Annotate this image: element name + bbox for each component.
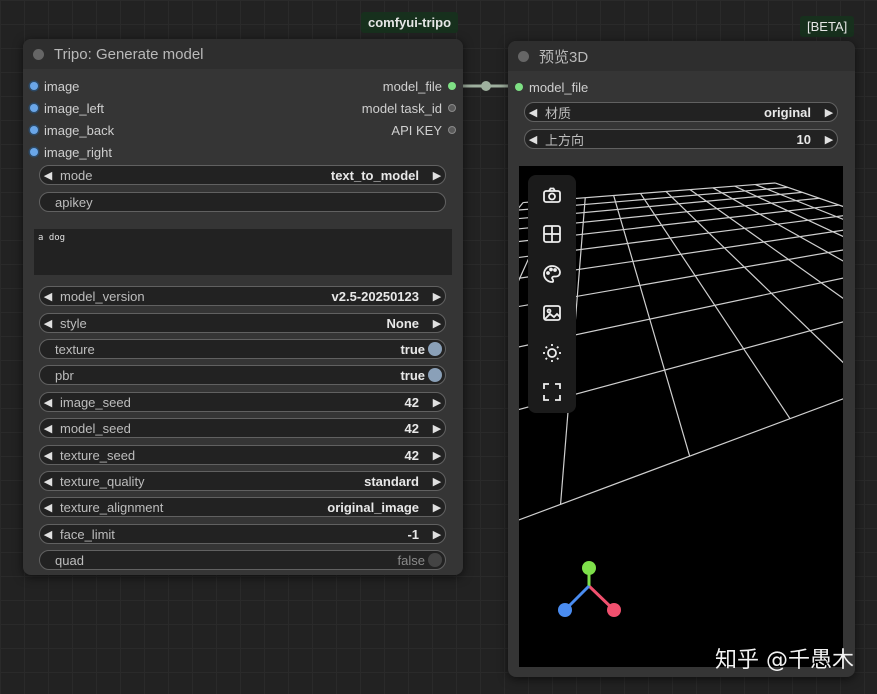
arrow-right-icon[interactable]: ▶ [429,290,445,303]
viewer-toolbar [528,175,576,413]
output-model-task-id[interactable]: model task_id [362,98,456,118]
input-image-left[interactable]: image_left [30,98,104,118]
palette-icon[interactable] [542,264,562,284]
arrow-right-icon[interactable]: ▶ [429,396,445,409]
input-port-icon[interactable] [30,126,38,134]
grid-line [774,182,843,208]
arrow-left-icon[interactable]: ◀ [40,501,56,514]
input-model-file[interactable]: model_file [515,77,588,97]
arrow-left-icon[interactable]: ◀ [40,290,56,303]
input-image[interactable]: image [30,76,79,96]
quad-toggle[interactable]: quad false [39,550,446,570]
camera-icon[interactable] [542,185,562,205]
grid-line [665,191,843,364]
face-limit-number[interactable]: ◀ face_limit -1 ▶ [39,524,446,544]
grid-line [613,195,691,457]
arrow-left-icon[interactable]: ◀ [40,528,56,541]
output-port-icon[interactable] [448,104,456,112]
output-api-key[interactable]: API KEY [391,120,456,140]
arrow-left-icon[interactable]: ◀ [40,449,56,462]
collapse-dot[interactable] [518,50,529,62]
node-title: 预览3D [539,48,589,66]
watermark-text: 知乎 @千愚木 [715,648,854,673]
toggle-knob-on[interactable] [428,342,442,356]
grid-line [689,189,843,299]
arrow-right-icon[interactable]: ▶ [429,169,445,182]
tripo-generate-node[interactable]: Tripo: Generate model image image_left i… [23,39,463,575]
arrow-left-icon[interactable]: ◀ [40,169,56,182]
collapse-dot[interactable] [33,48,44,60]
viewport-3d[interactable] [519,166,843,667]
arrow-right-icon[interactable]: ▶ [429,528,445,541]
arrow-right-icon[interactable]: ▶ [429,449,445,462]
node-header[interactable]: 预览3D [508,41,855,71]
beta-badge: [BETA] [800,16,855,37]
input-image-back[interactable]: image_back [30,120,114,140]
light-icon[interactable] [542,343,562,363]
material-combo[interactable]: ◀ 材质 original ▶ [524,102,838,122]
grid-line [640,193,791,419]
apikey-field[interactable]: apikey [39,192,446,212]
group-badge: comfyui-tripo [361,12,459,33]
texture-toggle[interactable]: texture true [39,339,446,359]
texture-alignment-combo[interactable]: ◀ texture_alignment original_image ▶ [39,497,446,517]
input-port-icon[interactable] [30,104,38,112]
image-icon[interactable] [542,303,562,323]
input-image-right[interactable]: image_right [30,142,112,162]
image-seed-number[interactable]: ◀ image_seed 42 ▶ [39,392,446,412]
arrow-right-icon[interactable]: ▶ [821,106,837,119]
pbr-toggle[interactable]: pbr true [39,365,446,385]
arrow-left-icon[interactable]: ◀ [40,396,56,409]
prompt-textarea[interactable]: a dog [34,229,452,275]
arrow-right-icon[interactable]: ▶ [429,317,445,330]
model-version-combo[interactable]: ◀ model_version v2.5-20250123 ▶ [39,286,446,306]
model-seed-number[interactable]: ◀ model_seed 42 ▶ [39,418,446,438]
arrow-left-icon[interactable]: ◀ [525,106,541,119]
arrow-right-icon[interactable]: ▶ [429,475,445,488]
arrow-left-icon[interactable]: ◀ [40,422,56,435]
mode-combo[interactable]: ◀ mode text_to_model ▶ [39,165,446,185]
grid-icon[interactable] [542,224,562,244]
input-port-icon[interactable] [30,82,38,90]
input-port-icon[interactable] [515,83,523,91]
style-combo[interactable]: ◀ style None ▶ [39,313,446,333]
arrow-left-icon[interactable]: ◀ [40,317,56,330]
arrow-right-icon[interactable]: ▶ [429,501,445,514]
texture-quality-combo[interactable]: ◀ texture_quality standard ▶ [39,471,446,491]
up-direction-combo[interactable]: ◀ 上方向 10 ▶ [524,129,838,149]
preview-3d-node[interactable]: 预览3D model_file ◀ 材质 original ▶ ◀ 上方向 10… [508,41,855,677]
node-header[interactable]: Tripo: Generate model [23,39,463,69]
arrow-right-icon[interactable]: ▶ [821,133,837,146]
arrow-left-icon[interactable]: ◀ [525,133,541,146]
output-port-icon[interactable] [448,82,456,90]
output-model-file[interactable]: model_file [383,76,456,96]
arrow-left-icon[interactable]: ◀ [40,475,56,488]
grid-line [734,185,843,238]
toggle-knob-off[interactable] [428,553,442,567]
node-title: Tripo: Generate model [54,45,204,63]
input-port-icon[interactable] [30,148,38,156]
fullscreen-icon[interactable] [542,382,562,402]
toggle-knob-on[interactable] [428,368,442,382]
output-port-icon[interactable] [448,126,456,134]
arrow-right-icon[interactable]: ▶ [429,422,445,435]
texture-seed-number[interactable]: ◀ texture_seed 42 ▶ [39,445,446,465]
